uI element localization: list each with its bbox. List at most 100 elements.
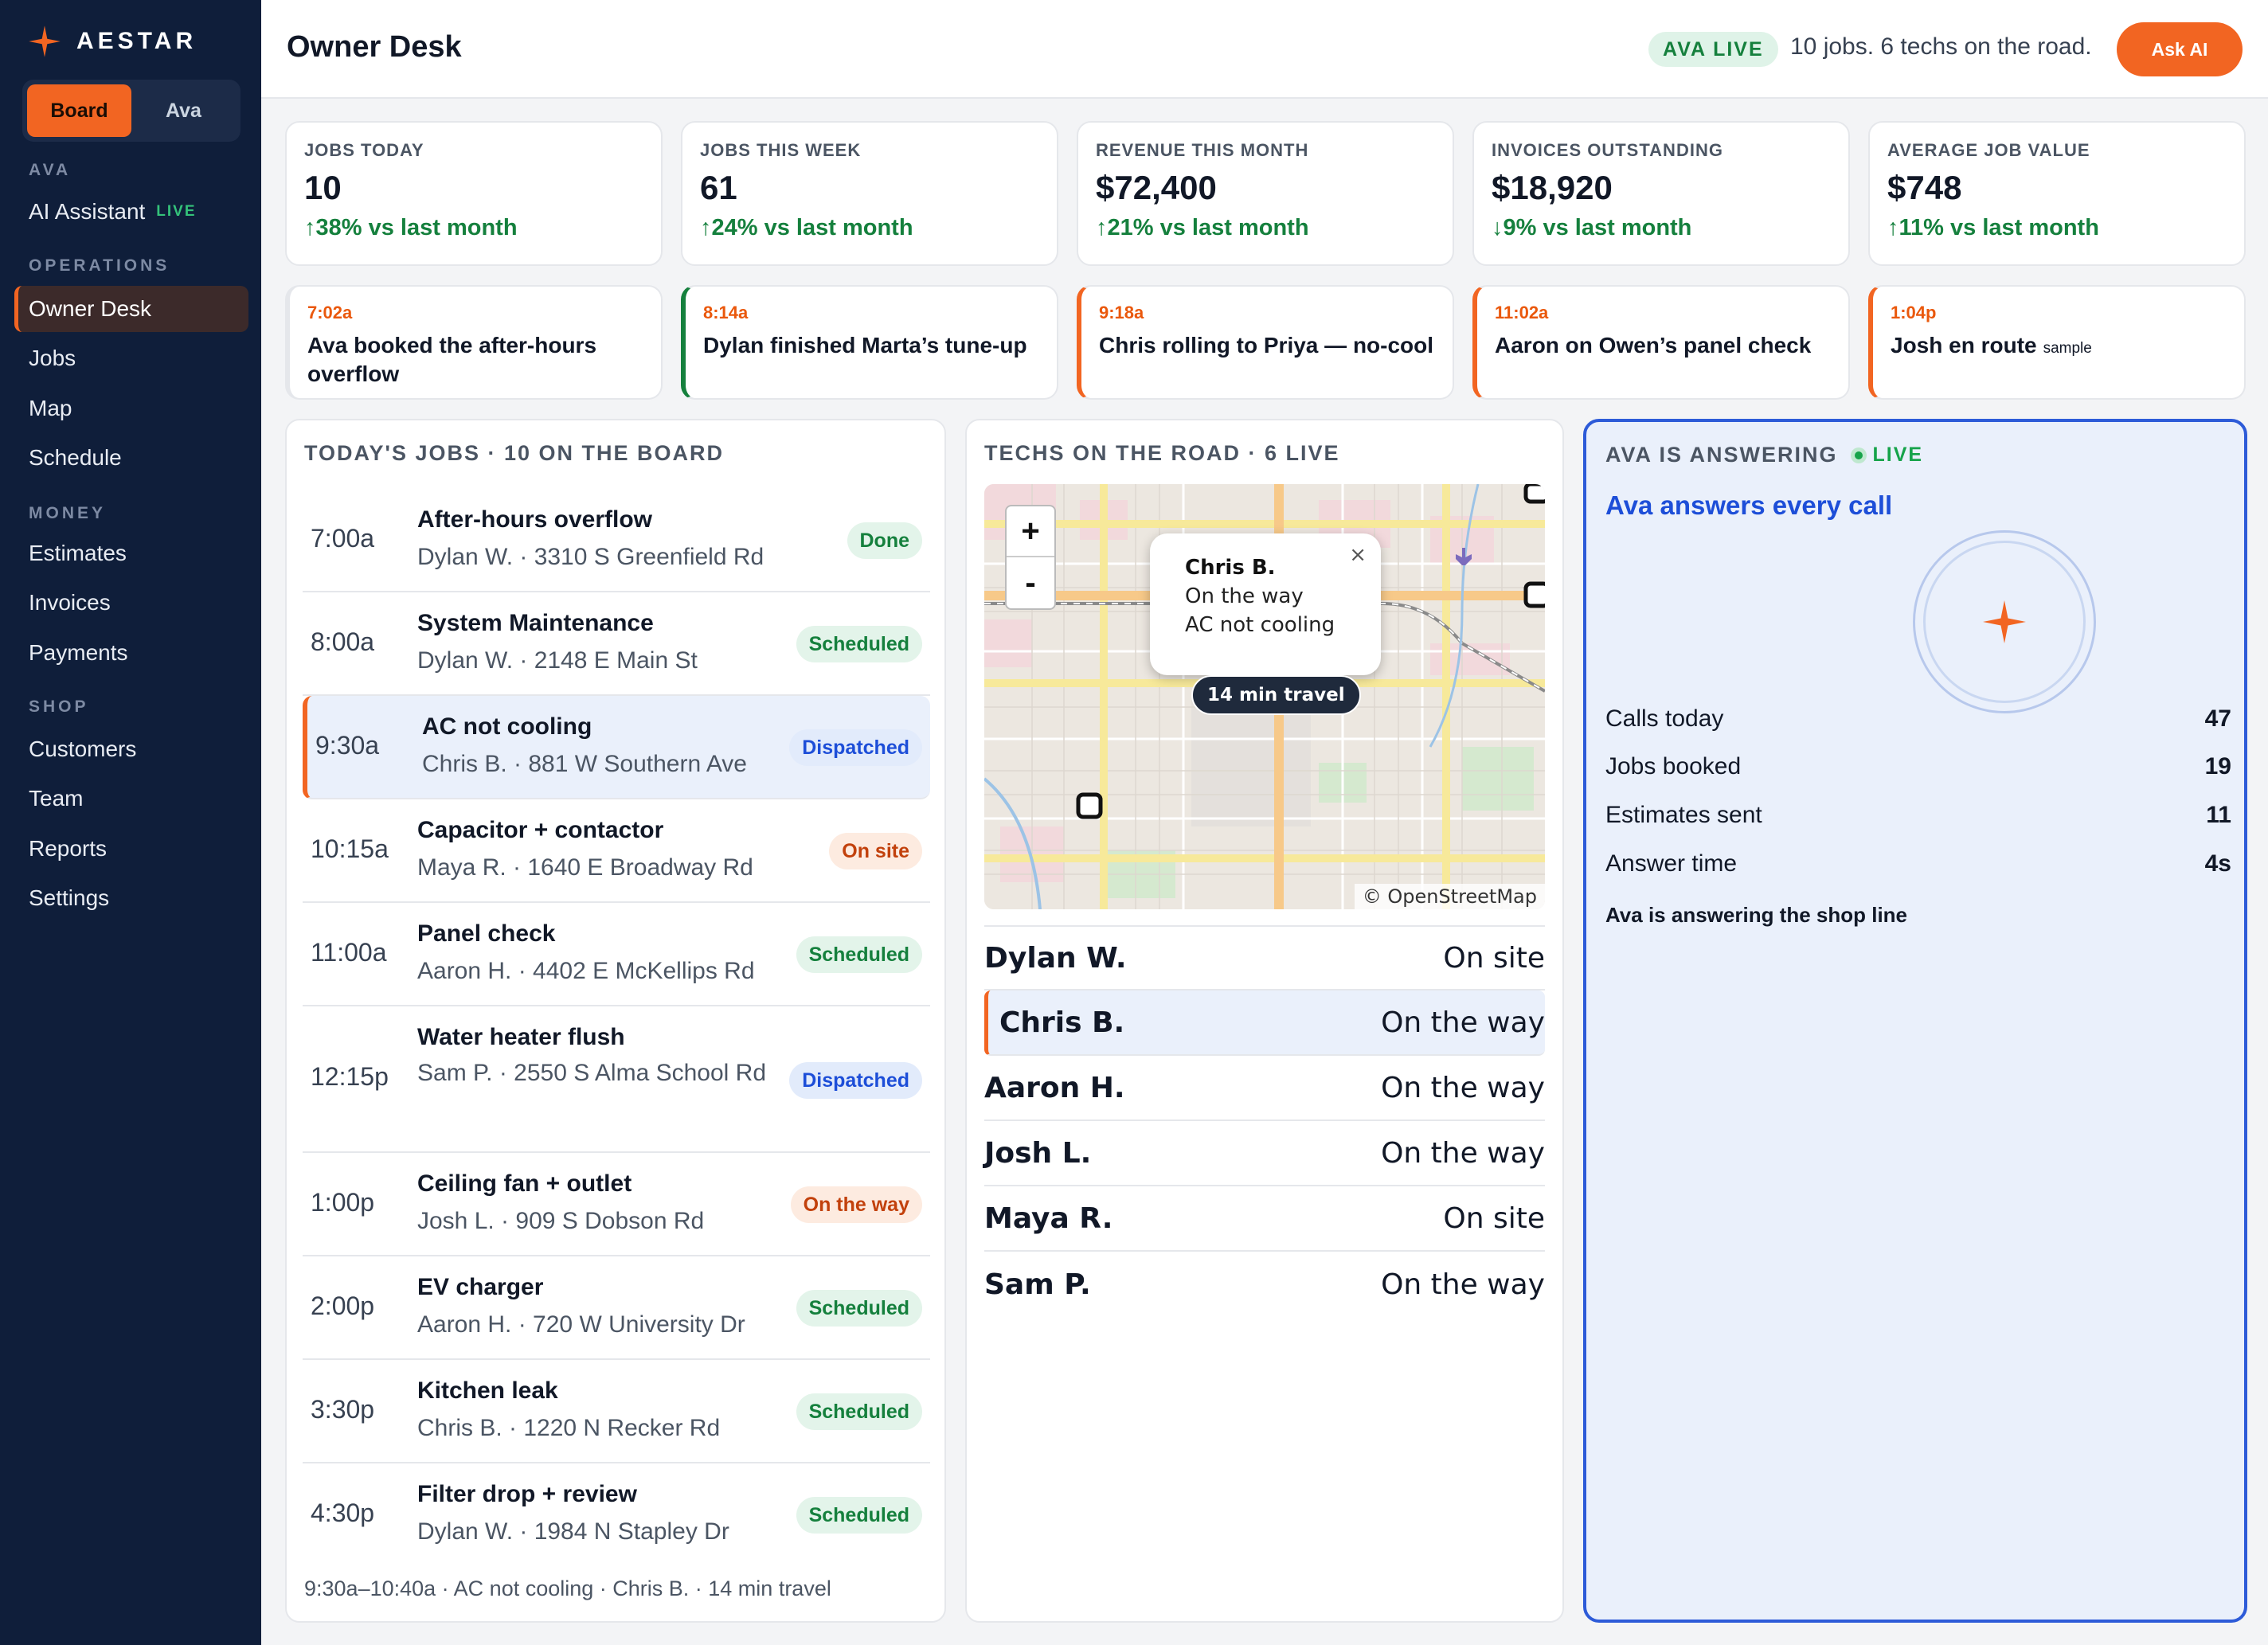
zoom-control: + - <box>1005 505 1056 610</box>
activity-card[interactable]: 1:04p Josh en route sample <box>1868 285 2246 400</box>
job-row-selected[interactable]: 9:30a AC not cooling Chris B. · 881 W So… <box>303 696 930 799</box>
sidebar-item-customers[interactable]: Customers <box>14 726 248 772</box>
metric-value: 47 <box>2204 705 2231 732</box>
tech-row[interactable]: Josh L. On the way <box>984 1121 1545 1186</box>
sidebar-item-schedule[interactable]: Schedule <box>14 435 248 481</box>
job-time: 9:30a <box>315 731 380 760</box>
sidebar-item-team[interactable]: Team <box>14 776 248 822</box>
stat-change: ↑11% vs last month <box>1887 215 2099 240</box>
stat-label: AVERAGE JOB VALUE <box>1887 140 2090 160</box>
status-badge: Scheduled <box>796 1290 922 1327</box>
tech-status: On site <box>1443 941 1545 975</box>
job-subtitle: Sam P. · 2550 S Alma School Rd <box>417 1060 767 1086</box>
tech-status: On the way <box>1381 1006 1545 1039</box>
ava-pulse-ring <box>1913 530 2096 713</box>
tech-row[interactable]: Aaron H. On the way <box>984 1056 1545 1121</box>
activity-time: 1:04p <box>1891 303 1937 322</box>
stat-card-jobs-week[interactable]: JOBS THIS WEEK 61 ↑24% vs last month <box>681 121 1058 266</box>
popup-tech-name: Chris B. <box>1185 556 1276 580</box>
job-subtitle: Aaron H. · 4402 E McKellips Rd <box>417 958 755 984</box>
selected-job-summary: 9:30a–10:40a · AC not cooling · Chris B.… <box>304 1577 831 1600</box>
panel-title: TODAY'S JOBS · 10 ON THE BOARD <box>304 441 725 465</box>
sidebar-item-map[interactable]: Map <box>14 385 248 432</box>
ava-pulse-inner <box>1923 541 2086 703</box>
sidebar-item-owner-desk[interactable]: Owner Desk <box>14 286 248 332</box>
stat-card-jobs-today[interactable]: JOBS TODAY 10 ↑38% vs last month <box>285 121 663 266</box>
activity-text: Ava booked the after-hours overflow <box>307 333 597 386</box>
stat-card-invoices-outstanding[interactable]: INVOICES OUTSTANDING $18,920 ↓9% vs last… <box>1472 121 1850 266</box>
map-attribution[interactable]: © OpenStreetMap <box>1354 884 1545 909</box>
ava-status-text: Ava is answering the shop line <box>1605 903 1908 927</box>
job-title: Panel check <box>417 920 556 947</box>
job-row[interactable]: 3:30p Kitchen leak Chris B. · 1220 N Rec… <box>303 1360 930 1463</box>
page-title: Owner Desk <box>287 30 462 64</box>
job-row[interactable]: 8:00a System Maintenance Dylan W. · 2148… <box>303 592 930 696</box>
activity-text: Josh en route sample <box>1891 331 2227 363</box>
zoom-out-button[interactable]: - <box>1007 557 1054 608</box>
activity-card[interactable]: 11:02a Aaron on Owen’s panel check <box>1472 285 1850 400</box>
activity-text: Aaron on Owen’s panel check <box>1495 333 1812 358</box>
tech-row[interactable]: Maya R. On site <box>984 1186 1545 1252</box>
job-row[interactable]: 11:00a Panel check Aaron H. · 4402 E McK… <box>303 903 930 1006</box>
todays-jobs-panel: TODAY'S JOBS · 10 ON THE BOARD 7:00a Aft… <box>285 419 946 1623</box>
activity-text: Chris rolling to Priya — no-cool <box>1099 333 1434 358</box>
job-row[interactable]: 4:30p Filter drop + review Dylan W. · 19… <box>303 1463 930 1567</box>
tech-status: On the way <box>1381 1071 1545 1104</box>
section-ava: AVA <box>29 161 72 179</box>
activity-card[interactable]: 9:18a Chris rolling to Priya — no-cool <box>1077 285 1454 400</box>
sidebar-item-estimates[interactable]: Estimates <box>14 530 248 576</box>
stat-change: ↑24% vs last month <box>700 215 913 240</box>
stat-change: ↓9% vs last month <box>1492 215 1692 240</box>
stat-card-average-job[interactable]: AVERAGE JOB VALUE $748 ↑11% vs last mont… <box>1868 121 2246 266</box>
metric-value: 4s <box>2204 850 2231 877</box>
popup-job: AC not cooling <box>1185 613 1335 637</box>
activity-card[interactable]: 7:02a Ava booked the after-hours overflo… <box>285 285 663 400</box>
tech-row[interactable]: Sam P. On the way <box>984 1252 1545 1317</box>
job-subtitle: Dylan W. · 2148 E Main St <box>417 647 698 674</box>
sidebar-item-settings[interactable]: Settings <box>14 875 248 921</box>
brand-logo[interactable]: AESTAR <box>27 24 197 59</box>
activity-time: 8:14a <box>703 303 749 322</box>
brand-name: AESTAR <box>76 28 197 54</box>
job-row[interactable]: 1:00p Ceiling fan + outlet Josh L. · 909… <box>303 1153 930 1256</box>
stat-value: $748 <box>1887 169 1962 206</box>
ava-toggle-button[interactable]: Ava <box>131 84 236 137</box>
job-row[interactable]: 12:15p Water heater flush Sam P. · 2550 … <box>303 1006 930 1153</box>
activity-text-main: Josh en route <box>1891 333 2037 358</box>
tech-row[interactable]: Dylan W. On site <box>984 925 1545 991</box>
top-header: Owner Desk AVA LIVE 10 jobs. 6 techs on … <box>261 0 2268 99</box>
sidebar-item-label: AI Assistant <box>29 199 146 224</box>
sidebar-item-ai-assistant[interactable]: AI Assistant LIVE <box>14 189 248 235</box>
metric-row: Answer time 4s <box>1605 850 2231 877</box>
sidebar-item-payments[interactable]: Payments <box>14 630 248 676</box>
metric-label: Jobs booked <box>1605 753 1742 780</box>
status-badge: Done <box>847 522 922 559</box>
job-subtitle: Dylan W. · 1984 N Stapley Dr <box>417 1518 729 1545</box>
activity-card[interactable]: 8:14a Dylan finished Marta’s tune-up <box>681 285 1058 400</box>
ask-ai-button[interactable]: Ask AI <box>2117 22 2243 76</box>
popup-status: On the way <box>1185 584 1304 608</box>
stat-value: $72,400 <box>1096 169 1217 206</box>
ava-panel: AVA IS ANSWERING LIVE Ava answers every … <box>1583 419 2247 1623</box>
job-row[interactable]: 7:00a After-hours overflow Dylan W. · 33… <box>303 489 930 592</box>
status-badge: Dispatched <box>789 729 922 766</box>
job-row[interactable]: 10:15a Capacitor + contactor Maya R. · 1… <box>303 799 930 903</box>
sidebar-item-reports[interactable]: Reports <box>14 826 248 872</box>
job-title: Kitchen leak <box>417 1377 558 1404</box>
metric-label: Estimates sent <box>1605 802 1762 828</box>
board-toggle-button[interactable]: Board <box>27 84 131 137</box>
stat-value: 10 <box>304 169 342 206</box>
job-row[interactable]: 2:00p EV charger Aaron H. · 720 W Univer… <box>303 1256 930 1360</box>
stat-card-revenue-month[interactable]: REVENUE THIS MONTH $72,400 ↑21% vs last … <box>1077 121 1454 266</box>
map-view[interactable]: + - × Chris B. On the way AC not cooling… <box>984 484 1545 909</box>
stat-label: REVENUE THIS MONTH <box>1096 140 1309 160</box>
sidebar-item-invoices[interactable]: Invoices <box>14 580 248 626</box>
tech-row-selected[interactable]: Chris B. On the way <box>984 991 1545 1056</box>
sidebar-item-jobs[interactable]: Jobs <box>14 335 248 381</box>
view-toggle: Board Ava <box>22 80 240 142</box>
popup-close-icon[interactable]: × <box>1349 543 1367 567</box>
tech-name: Dylan W. <box>984 941 1127 975</box>
zoom-in-button[interactable]: + <box>1007 506 1054 557</box>
metric-row: Calls today 47 <box>1605 705 2231 733</box>
job-time: 11:00a <box>311 938 387 967</box>
